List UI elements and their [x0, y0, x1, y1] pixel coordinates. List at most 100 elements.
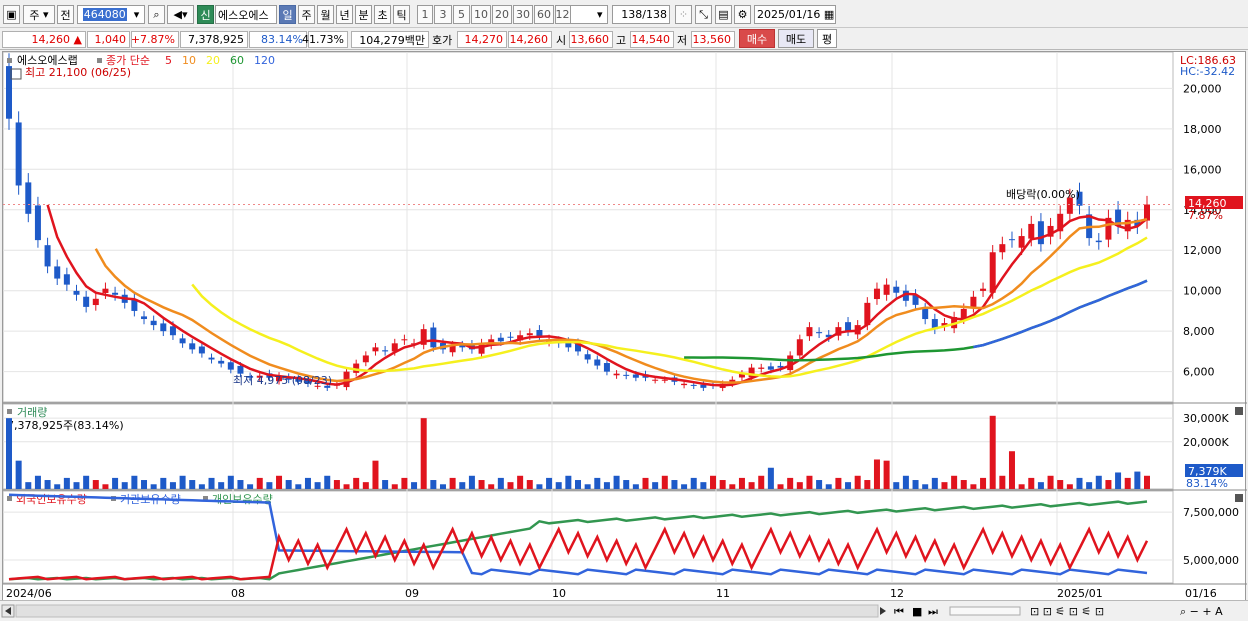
- ma-legend-period-10: 10: [182, 54, 196, 67]
- candle-body: [169, 326, 176, 336]
- candle-body: [661, 379, 668, 381]
- date-field[interactable]: 2025/01/16 ▦: [754, 5, 836, 24]
- volume-bar: [285, 480, 292, 489]
- gear-icon[interactable]: ⚙: [734, 5, 751, 24]
- candle-body: [1144, 204, 1150, 221]
- candle-body: [160, 323, 167, 332]
- candle-body: [767, 366, 774, 370]
- buy-button[interactable]: 매수: [739, 29, 775, 48]
- ma-legend-period-5: 5: [165, 54, 172, 67]
- code-input[interactable]: 464080 ▾: [77, 5, 145, 24]
- layout-icon[interactable]: ▣: [3, 5, 20, 24]
- stock-name: 에스오에스: [218, 8, 269, 22]
- price-tick-label: 6,000: [1183, 366, 1215, 379]
- candle-body: [102, 288, 109, 293]
- count-field[interactable]: 138/138: [612, 5, 670, 24]
- hc-label: HC:-32.42: [1180, 65, 1235, 78]
- zoom-slider[interactable]: [949, 606, 1021, 616]
- volume-bar: [468, 475, 475, 489]
- bottom-tools[interactable]: ⊡ ⊡ ⚟ ⊡ ⚟ ⊡: [1030, 605, 1104, 618]
- volume-bar: [160, 477, 167, 489]
- period-tab-4[interactable]: 분: [355, 5, 372, 24]
- chart-tool-icon[interactable]: ⤡: [695, 5, 712, 24]
- volume-bar: [372, 460, 379, 489]
- chart-area[interactable]: 6,000 8,000 10,000 12,000 14,000 16,000 18,000…: [2, 51, 1247, 602]
- open-value: 13,660: [570, 33, 610, 46]
- interval-button-10[interactable]: 10: [471, 5, 491, 24]
- volume-bar: [758, 475, 765, 489]
- price-tick-label: 18,000: [1183, 123, 1222, 136]
- zoom-icons[interactable]: ⌕ − + A: [1180, 605, 1223, 618]
- new-badge: 신: [197, 5, 214, 24]
- bid-field: 14,260: [508, 31, 552, 48]
- new-label: 신: [200, 8, 211, 22]
- volume-bar: [44, 480, 51, 489]
- volume-bar: [816, 480, 823, 489]
- candle-body: [652, 379, 659, 381]
- interval-input[interactable]: ▾: [570, 5, 608, 24]
- market-select[interactable]: 주 ▾: [23, 5, 55, 24]
- volume-bar: [883, 460, 890, 489]
- last-page-icon[interactable]: ⏭: [928, 605, 938, 618]
- last-pct-label: 7.87%: [1188, 209, 1223, 222]
- interval-button-20[interactable]: 20: [492, 5, 512, 24]
- first-page-icon[interactable]: ⏮: [894, 605, 904, 618]
- volume-pct-label: 83.14%: [1186, 477, 1228, 490]
- price-chart[interactable]: 6,0008,00010,00012,00014,00016,00018,000…: [3, 52, 1247, 602]
- legend-marker: [7, 58, 12, 63]
- sell-button[interactable]: 매도: [778, 29, 814, 48]
- candle-body: [1028, 223, 1035, 239]
- avg-button[interactable]: 평: [817, 29, 837, 48]
- candle-body: [922, 308, 929, 320]
- volume-bar: [671, 480, 678, 489]
- candle-body: [584, 354, 591, 360]
- interval-button-60[interactable]: 60: [534, 5, 554, 24]
- volume-bar: [497, 477, 504, 489]
- turnover-field: 41.73%: [302, 31, 348, 48]
- interval-button-1[interactable]: 1: [417, 5, 433, 24]
- x-tick-label: 2024/06: [6, 587, 52, 600]
- scroll-right-icon[interactable]: [880, 607, 886, 615]
- interval-button-5[interactable]: 5: [453, 5, 470, 24]
- save-icon[interactable]: ▤: [715, 5, 732, 24]
- candle-body: [681, 383, 688, 386]
- low-field: 13,560: [691, 31, 735, 48]
- price-tick-label: 8,000: [1183, 325, 1215, 338]
- link-icon[interactable]: ⁘: [675, 5, 692, 24]
- interval-button-3[interactable]: 3: [434, 5, 452, 24]
- holding-tick-label: 5,000,000: [1183, 554, 1239, 567]
- interval-button-30[interactable]: 30: [513, 5, 533, 24]
- volume-bar: [169, 482, 176, 489]
- change-value: 1,040: [94, 33, 127, 46]
- stop-icon[interactable]: ■: [912, 605, 922, 618]
- prev-button[interactable]: 전: [57, 5, 74, 24]
- candle-body: [806, 327, 813, 337]
- volume-field: 7,378,925: [180, 31, 248, 48]
- period-tab-2[interactable]: 월: [317, 5, 334, 24]
- period-tab-1[interactable]: 주: [298, 5, 315, 24]
- candle-body: [208, 357, 215, 360]
- period-tab-3[interactable]: 년: [336, 5, 353, 24]
- x-tick-label: 11: [716, 587, 730, 600]
- volume-bar: [1086, 482, 1093, 489]
- volume-bar: [324, 475, 331, 489]
- volume-panel-frame: [3, 403, 1174, 490]
- volume-bar: [642, 477, 649, 489]
- sound-icon[interactable]: ◀▾: [167, 5, 194, 24]
- scrollbar-track[interactable]: [15, 604, 879, 618]
- holding-legend-2: 개인보유수량: [212, 493, 273, 506]
- period-tab-5[interactable]: 초: [374, 5, 391, 24]
- period-tab-6[interactable]: 틱: [393, 5, 410, 24]
- volume-bar: [902, 475, 909, 489]
- volume-bar: [565, 475, 572, 489]
- max-price-label: 최고 21,100 (06/25): [25, 66, 131, 79]
- period-tab-0[interactable]: 일: [279, 5, 296, 24]
- turnover-value: 41.73%: [302, 33, 344, 46]
- volume-bar: [304, 477, 311, 489]
- open-label: 시: [556, 33, 567, 47]
- search-icon[interactable]: ⌕: [148, 5, 165, 24]
- volume-bar: [603, 482, 610, 489]
- volume-bar: [835, 477, 842, 489]
- volume-bar: [198, 484, 205, 489]
- candle-body: [237, 365, 244, 374]
